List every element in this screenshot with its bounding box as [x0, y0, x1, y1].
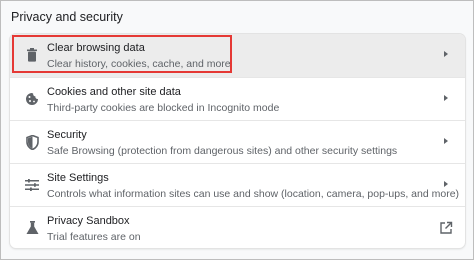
- chevron-right-icon: [444, 51, 448, 57]
- row-label: Site Settings: [47, 172, 109, 184]
- row-label: Security: [47, 129, 87, 141]
- trash-icon: [23, 46, 41, 64]
- clear-browsing-data-row[interactable]: Clear browsing data Clear history, cooki…: [10, 34, 465, 77]
- chevron-right-icon: [444, 181, 448, 187]
- row-description: Third-party cookies are blocked in Incog…: [47, 102, 280, 114]
- chevron-right-icon: [444, 95, 448, 101]
- flask-icon: [23, 219, 41, 237]
- row-description: Clear history, cookies, cache, and more: [47, 58, 231, 70]
- row-description: Trial features are on: [47, 231, 141, 243]
- row-label: Privacy Sandbox: [47, 215, 130, 227]
- row-description: Safe Browsing (protection from dangerous…: [47, 145, 398, 157]
- row-description: Controls what information sites can use …: [47, 188, 460, 200]
- external-link-icon[interactable]: [439, 221, 453, 235]
- security-row[interactable]: Security Safe Browsing (protection from …: [10, 120, 465, 163]
- chevron-right-icon: [444, 138, 448, 144]
- privacy-security-card: Clear browsing data Clear history, cooki…: [10, 34, 465, 248]
- row-label: Cookies and other site data: [47, 86, 181, 98]
- cookie-icon: [23, 90, 41, 108]
- privacy-sandbox-row[interactable]: Privacy Sandbox Trial features are on: [10, 206, 465, 248]
- section-title: Privacy and security: [11, 10, 123, 24]
- row-label: Clear browsing data: [47, 42, 145, 54]
- sliders-icon: [23, 176, 41, 194]
- site-settings-row[interactable]: Site Settings Controls what information …: [10, 163, 465, 206]
- shield-icon: [23, 133, 41, 151]
- cookies-row[interactable]: Cookies and other site data Third-party …: [10, 77, 465, 120]
